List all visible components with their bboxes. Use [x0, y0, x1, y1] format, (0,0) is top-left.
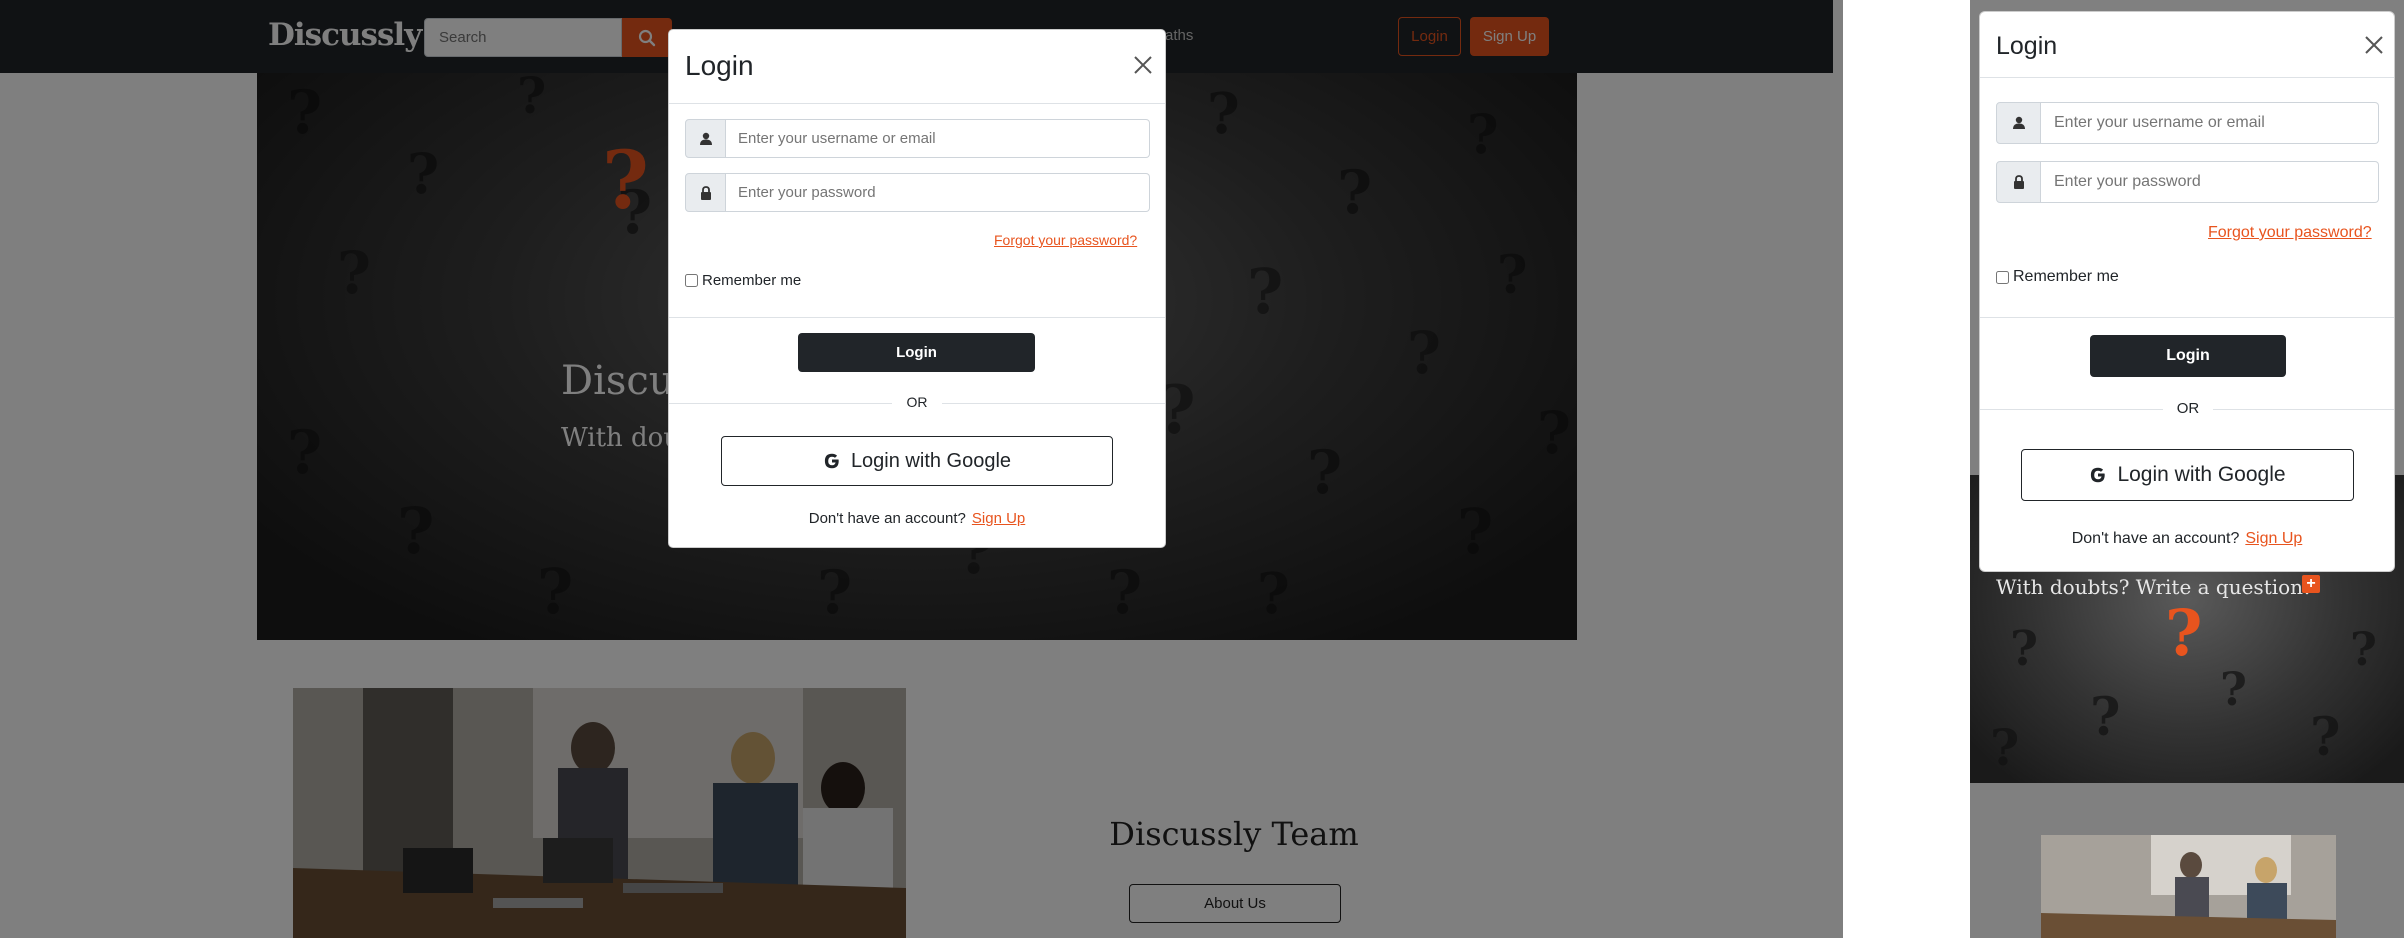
- mobile-password-input[interactable]: [2041, 161, 2379, 203]
- no-account-text: Don't have an account?: [808, 510, 966, 527]
- password-input[interactable]: [726, 173, 1150, 212]
- mobile-no-account-text: Don't have an account?: [2071, 530, 2240, 547]
- or-separator: OR: [892, 394, 942, 410]
- remember-me[interactable]: Remember me: [685, 272, 801, 289]
- mobile-lock-icon-box: [1996, 161, 2041, 203]
- close-icon: [2365, 35, 2383, 54]
- screenshot-stage: Discussly aths Login Sign Up ? ? ? ? ? ?: [0, 0, 2404, 938]
- forgot-password-link[interactable]: Forgot your password?: [994, 232, 1137, 248]
- svg-text:?: ?: [2350, 622, 2377, 676]
- mobile-remember-me[interactable]: Remember me: [1996, 268, 2119, 286]
- mobile-forgot-password-link[interactable]: Forgot your password?: [2208, 224, 2372, 242]
- svg-text:?: ?: [2310, 707, 2340, 768]
- mobile-google-login-button[interactable]: Login with Google: [2021, 449, 2354, 501]
- svg-text:?: ?: [1990, 718, 2019, 777]
- mobile-user-icon-box: [1996, 102, 2041, 144]
- mobile-google-login-label: Login with Google: [2117, 463, 2286, 486]
- mobile-remember-label: Remember me: [2013, 268, 2119, 285]
- login-submit-button[interactable]: Login: [798, 333, 1035, 372]
- modal-header: Login: [669, 30, 1165, 104]
- lock-icon: [2013, 175, 2024, 189]
- lock-icon: [700, 185, 711, 200]
- signup-link[interactable]: Sign Up: [972, 510, 1025, 527]
- svg-text:?: ?: [2010, 621, 2038, 677]
- user-icon: [2012, 116, 2025, 129]
- mobile-view: ? ? ? ? ? ? ? With doubts? Write a quest…: [1970, 0, 2404, 938]
- mobile-username-group: [1996, 102, 2379, 144]
- username-group: [685, 119, 1150, 158]
- svg-text:?: ?: [2165, 596, 2203, 671]
- svg-text:?: ?: [2090, 687, 2120, 748]
- google-login-label: Login with Google: [850, 449, 1012, 472]
- mobile-footer-divider: [1980, 317, 2394, 318]
- mobile-close-button[interactable]: [2360, 32, 2388, 60]
- google-login-button[interactable]: Login with Google: [721, 436, 1113, 486]
- mobile-login-modal: Login Forgot your password?: [1979, 11, 2395, 572]
- desktop-view: Discussly aths Login Sign Up ? ? ? ? ? ?: [0, 0, 1843, 938]
- mobile-login-submit-button[interactable]: Login: [2090, 335, 2286, 377]
- mobile-signup-prompt: Don't have an account? Sign Up: [1980, 530, 2394, 548]
- add-question-icon[interactable]: +: [2302, 575, 2320, 593]
- mobile-or-separator: OR: [2163, 400, 2213, 417]
- mobile-modal-header: Login: [1980, 12, 2394, 78]
- mobile-username-input[interactable]: [2041, 102, 2379, 144]
- username-input[interactable]: [726, 119, 1150, 158]
- remember-label: Remember me: [702, 272, 802, 289]
- mobile-team-photo: [2041, 835, 2336, 938]
- close-button[interactable]: [1129, 52, 1157, 80]
- remember-checkbox[interactable]: [685, 274, 698, 287]
- mobile-remember-checkbox[interactable]: [1996, 270, 2009, 284]
- mobile-team-illustration: [2041, 835, 2336, 938]
- mobile-modal-title: Login: [1996, 32, 2058, 60]
- google-icon: [2091, 467, 2106, 483]
- modal-title: Login: [685, 50, 754, 81]
- password-group: [685, 173, 1150, 212]
- login-modal: Login Forgot your password?: [668, 29, 1166, 548]
- footer-divider: [669, 317, 1165, 318]
- svg-text:?: ?: [2220, 662, 2247, 716]
- user-icon-box: [685, 119, 726, 158]
- user-icon: [699, 132, 712, 145]
- close-icon: [1134, 55, 1152, 74]
- signup-prompt: Don't have an account? Sign Up: [669, 510, 1165, 527]
- mobile-password-group: [1996, 161, 2379, 203]
- mobile-hero-subtitle: With doubts? Write a question!: [1996, 575, 2312, 599]
- google-icon: [824, 453, 839, 469]
- lock-icon-box: [685, 173, 726, 212]
- mobile-signup-link[interactable]: Sign Up: [2245, 530, 2302, 547]
